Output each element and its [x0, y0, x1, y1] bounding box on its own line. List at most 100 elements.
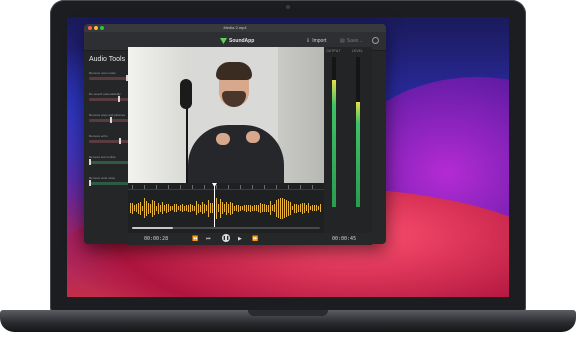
waveform-bar: [212, 203, 213, 213]
ruler-tick: [192, 185, 193, 189]
waveform-bar: [278, 198, 279, 218]
video-subject: [246, 131, 260, 143]
slider-knob[interactable]: [119, 138, 122, 144]
ruler-tick: [300, 185, 301, 189]
waveform-bar: [218, 204, 219, 212]
waveform-bar: [306, 205, 307, 211]
tool-label: Remove wind noise: [89, 176, 116, 180]
logo-icon: [220, 38, 227, 44]
rewind-icon[interactable]: ⏪: [192, 236, 198, 242]
slider-knob[interactable]: [89, 180, 91, 186]
waveform-bar: [178, 206, 179, 210]
waveform-bar: [140, 201, 141, 215]
save-button[interactable]: ▤ Save...: [340, 37, 362, 45]
waveform-bar: [156, 205, 157, 211]
waveform-bar: [198, 203, 199, 213]
waveform-bar: [314, 205, 315, 211]
microphone: [186, 107, 188, 183]
waveform-bar: [176, 204, 177, 212]
waveform-bar: [230, 201, 231, 215]
waveform-bar: [234, 205, 235, 211]
waveform-bar: [170, 205, 171, 211]
ruler-tick: [180, 185, 181, 189]
slider-knob[interactable]: [109, 117, 112, 123]
waveform-bar: [216, 197, 217, 219]
ruler-tick: [204, 185, 205, 189]
waveform-bar: [244, 205, 245, 211]
laptop-base: [0, 310, 576, 332]
fast-forward-icon[interactable]: ⏩: [252, 236, 258, 242]
waveform-bar: [232, 202, 233, 214]
waveform-bar: [172, 206, 173, 210]
slider-knob[interactable]: [117, 96, 120, 102]
ruler-tick: [240, 185, 241, 189]
tool-label: De-reverb automatically: [89, 92, 121, 96]
waveform-bar: [262, 204, 263, 212]
waveform-bar: [150, 203, 151, 213]
meter-label: LEVEL: [352, 49, 363, 53]
waveform-bar: [130, 203, 131, 213]
window-title: Media 2.mp4: [223, 25, 247, 30]
waveform-bar: [148, 202, 149, 214]
waveform-bar: [268, 204, 269, 212]
waveform-bar: [246, 204, 247, 212]
ruler-tick: [276, 185, 277, 189]
meter-label: OUTPUT: [326, 49, 341, 53]
waveform-bar: [302, 202, 303, 214]
level-meters: OUTPUT LEVEL: [324, 47, 372, 233]
waveform-bar: [252, 205, 253, 211]
step-back-icon[interactable]: ⏮: [206, 236, 211, 242]
level-meter: [332, 57, 336, 207]
waveform-bar: [256, 205, 257, 211]
settings-icon[interactable]: [372, 37, 379, 44]
meter-fill: [356, 102, 360, 207]
waveform-bar: [166, 203, 167, 213]
waveform-bar: [254, 205, 255, 211]
waveform-bar: [174, 204, 175, 212]
waveform-bar: [292, 206, 293, 210]
scrub-bar[interactable]: [132, 227, 320, 229]
pause-icon[interactable]: ❚❚: [222, 234, 230, 242]
video-subject: [216, 133, 230, 145]
slider-knob[interactable]: [89, 159, 91, 165]
waveform-bar: [204, 203, 205, 213]
waveform-bar: [280, 197, 281, 219]
import-label: Import: [312, 38, 327, 44]
waveform-bar: [208, 199, 209, 217]
ruler-tick: [144, 185, 145, 189]
waveform-bar: [286, 199, 287, 217]
waveform-bar: [224, 204, 225, 212]
waveform-bar: [182, 204, 183, 212]
waveform-bar: [258, 204, 259, 212]
waveform-bar: [168, 204, 169, 212]
waveform-bar: [228, 203, 229, 213]
waveform-bar: [294, 203, 295, 213]
waveform-bar: [308, 203, 309, 213]
waveform-bar: [298, 204, 299, 212]
step-forward-icon[interactable]: ▶: [238, 236, 242, 242]
waveform-bar: [310, 206, 311, 210]
save-icon: ▤: [340, 38, 345, 44]
waveform-bar: [222, 202, 223, 214]
save-label: Save...: [346, 38, 363, 44]
video-subject: [216, 62, 252, 80]
tool-label: Remove low rumble: [89, 155, 116, 159]
waveform-bar: [184, 205, 185, 211]
waveform-bar: [270, 201, 271, 215]
waveform-bar: [274, 204, 275, 212]
waveform-bar: [304, 203, 305, 213]
playhead[interactable]: [214, 183, 215, 227]
waveform-bar: [236, 205, 237, 211]
time-ruler: [128, 183, 324, 190]
waveform-bar: [250, 204, 251, 212]
microphone: [180, 79, 192, 109]
video-preview[interactable]: [128, 47, 324, 183]
waveform-timeline[interactable]: [128, 183, 324, 233]
waveform-bar: [192, 205, 193, 211]
camera-dot: [286, 5, 290, 9]
current-time: 00:00:28: [144, 236, 169, 242]
import-button[interactable]: ⇩ Import: [306, 37, 326, 45]
waveform-bar: [132, 202, 133, 214]
app-logo: SoundApp: [220, 37, 254, 45]
ruler-tick: [264, 185, 265, 189]
